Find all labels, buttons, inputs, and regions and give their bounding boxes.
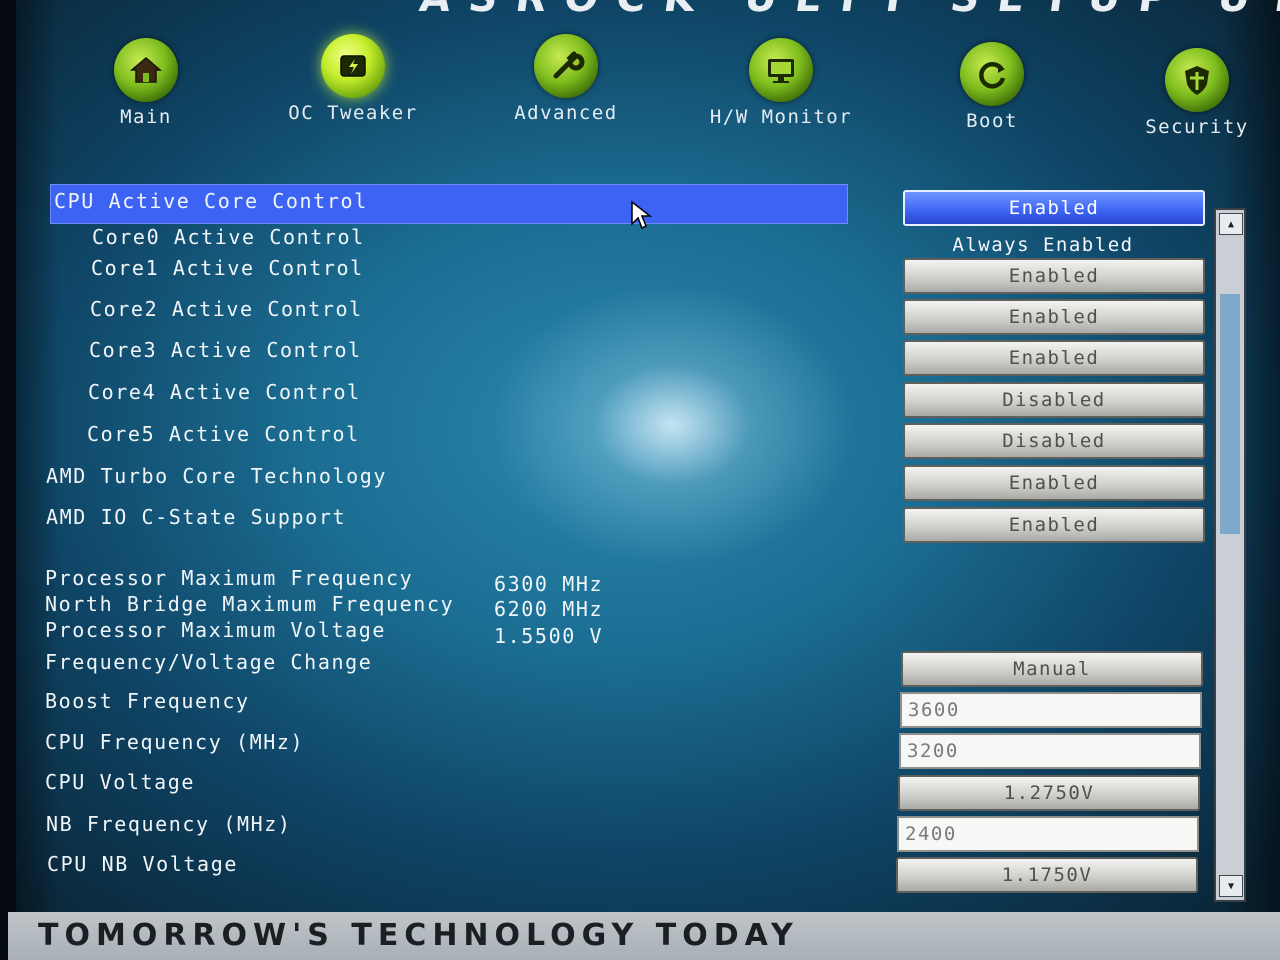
monitor-bezel	[0, 0, 16, 960]
core4-select[interactable]: Disabled	[903, 382, 1205, 418]
freq-voltage-change-select[interactable]: Manual	[901, 651, 1203, 687]
scrollbar[interactable]: ▲ ▼	[1214, 208, 1246, 902]
info-value-processor-max-voltage: 1.5500 V	[494, 624, 604, 648]
setting-label-cpu-voltage[interactable]: CPU Voltage	[45, 770, 195, 794]
setting-label-boost-frequency[interactable]: Boost Frequency	[45, 689, 250, 713]
scroll-thumb[interactable]	[1220, 294, 1240, 534]
mouse-cursor-icon	[631, 200, 653, 230]
info-label-nb-max-frequency: North Bridge Maximum Frequency	[45, 592, 455, 616]
tab-boot[interactable]: Boot	[954, 42, 1030, 132]
setting-label-amd-io-c-state[interactable]: AMD IO C-State Support	[46, 505, 346, 529]
cpu-frequency-input[interactable]: 3200	[899, 733, 1201, 769]
tab-label: Boot	[966, 110, 1018, 132]
shield-icon	[1165, 48, 1229, 112]
setting-label-core3[interactable]: Core3 Active Control	[89, 338, 362, 362]
setting-label-cpu-nb-voltage[interactable]: CPU NB Voltage	[47, 852, 238, 876]
refresh-icon	[960, 42, 1024, 106]
window-title: ASROCK UEFI SETUP UTI	[417, 0, 1280, 21]
boost-frequency-input[interactable]: 3600	[900, 692, 1202, 728]
setting-label-nb-frequency[interactable]: NB Frequency (MHz)	[46, 812, 292, 836]
setting-label-core1[interactable]: Core1 Active Control	[91, 256, 364, 280]
tab-label: OC Tweaker	[288, 102, 418, 124]
nb-frequency-input[interactable]: 2400	[897, 816, 1199, 852]
setting-label-core5[interactable]: Core5 Active Control	[87, 422, 360, 446]
tab-advanced[interactable]: Advanced	[504, 34, 628, 124]
core0-value-text: Always Enabled	[952, 234, 1134, 256]
core3-select[interactable]: Enabled	[903, 340, 1205, 376]
home-icon	[114, 38, 178, 102]
tab-label: Security	[1145, 116, 1249, 138]
info-label-processor-max-frequency: Processor Maximum Frequency	[45, 566, 414, 590]
info-value-nb-max-frequency: 6200 MHz	[494, 597, 604, 621]
core5-select[interactable]: Disabled	[903, 423, 1205, 459]
tab-oc-tweaker[interactable]: OC Tweaker	[280, 34, 426, 124]
scroll-up-icon[interactable]: ▲	[1219, 213, 1243, 235]
setting-label-amd-turbo-core[interactable]: AMD Turbo Core Technology	[46, 464, 387, 488]
setting-label-cpu-active-core-control[interactable]: CPU Active Core Control	[54, 189, 368, 213]
amd-io-c-state-select[interactable]: Enabled	[903, 507, 1205, 543]
wrench-icon	[534, 34, 598, 98]
tab-label: Main	[120, 106, 172, 128]
setting-label-core0: Core0 Active Control	[92, 225, 365, 249]
setting-label-freq-voltage-change[interactable]: Frequency/Voltage Change	[45, 650, 372, 674]
setting-label-core2[interactable]: Core2 Active Control	[90, 297, 363, 321]
tab-label: H/W Monitor	[709, 106, 853, 128]
cpu-nb-voltage-select[interactable]: 1.1750V	[896, 857, 1198, 893]
cpu-active-core-control-select[interactable]: Enabled	[903, 190, 1205, 226]
amd-turbo-core-select[interactable]: Enabled	[903, 465, 1205, 501]
monitor-icon	[749, 38, 813, 102]
tab-main[interactable]: Main	[104, 38, 188, 128]
info-label-processor-max-voltage: Processor Maximum Voltage	[45, 618, 387, 642]
tab-security[interactable]: Security	[1140, 48, 1254, 138]
footer-slogan: TOMORROW'S TECHNOLOGY TODAY	[38, 918, 799, 953]
setting-label-core4[interactable]: Core4 Active Control	[88, 380, 361, 404]
cpu-voltage-select[interactable]: 1.2750V	[898, 775, 1200, 811]
setting-label-cpu-frequency[interactable]: CPU Frequency (MHz)	[45, 730, 304, 754]
tab-hw-monitor[interactable]: H/W Monitor	[700, 38, 862, 128]
tab-label: Advanced	[514, 102, 618, 124]
oc-tweaker-icon	[321, 34, 385, 98]
core1-select[interactable]: Enabled	[903, 258, 1205, 294]
scroll-down-icon[interactable]: ▼	[1219, 875, 1243, 897]
info-value-processor-max-frequency: 6300 MHz	[494, 572, 604, 596]
core2-select[interactable]: Enabled	[903, 299, 1205, 335]
